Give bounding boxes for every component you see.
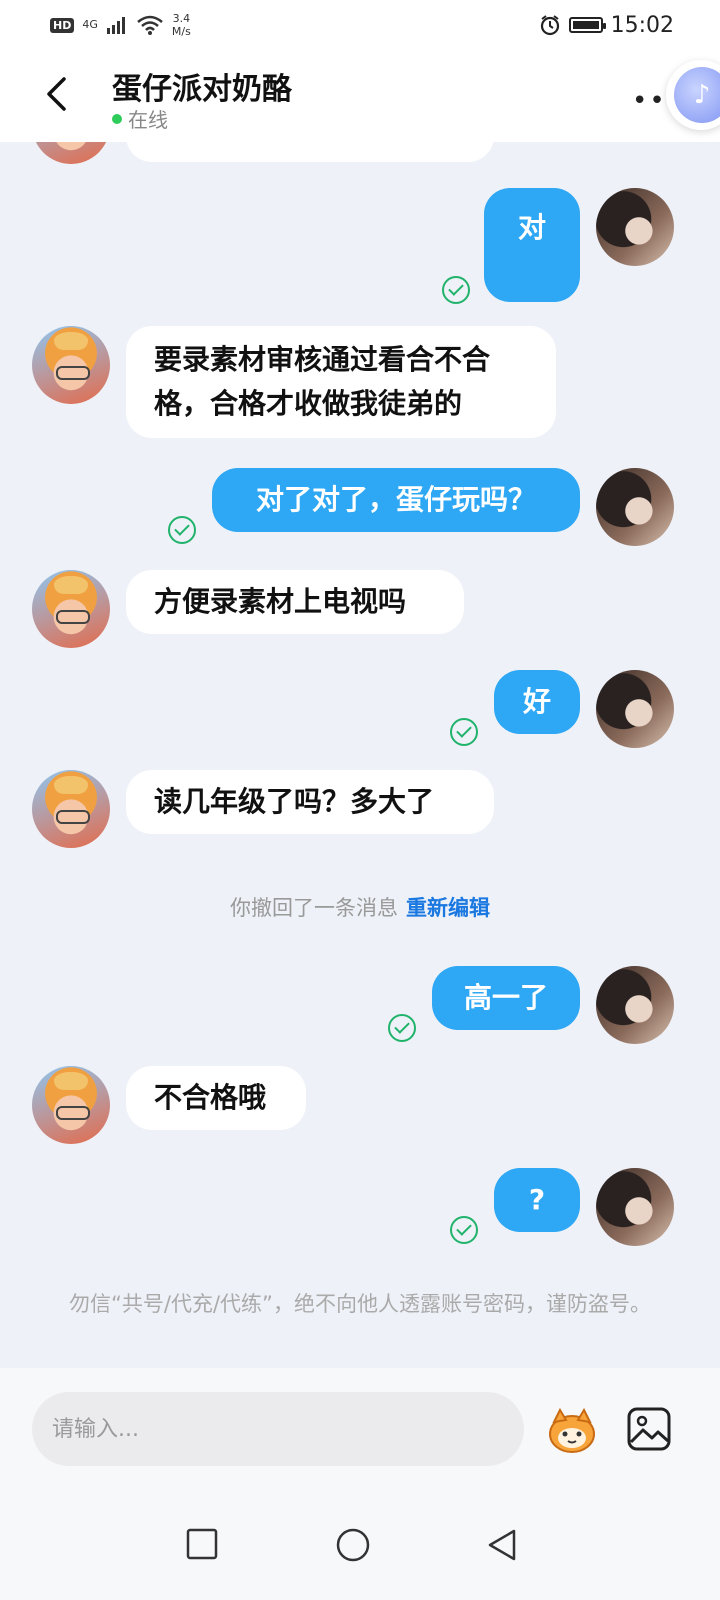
user-avatar[interactable] xyxy=(596,1168,674,1246)
back-button[interactable] xyxy=(36,74,76,114)
chat-header: 蛋仔派对奶酪 在线 ••• xyxy=(0,50,720,142)
user-avatar[interactable] xyxy=(596,468,674,546)
user-avatar[interactable] xyxy=(596,670,674,748)
status-left: HD 4G 3.4 M/s xyxy=(50,12,191,38)
message-bubble-outgoing[interactable]: 对了对了，蛋仔玩吗？ xyxy=(212,468,580,532)
user-avatar[interactable] xyxy=(596,188,674,266)
message-list[interactable]: 对 要录素材审核通过看合不合格，合格才收做我徒弟的 对了对了，蛋仔玩吗？ 方便录… xyxy=(0,142,720,1368)
contact-avatar[interactable] xyxy=(32,1066,110,1144)
read-check-icon xyxy=(388,1014,416,1042)
signal-icon xyxy=(106,17,125,34)
network-speed: 3.4 M/s xyxy=(172,12,191,38)
chat-title: 蛋仔派对奶酪 xyxy=(112,72,292,107)
contact-avatar[interactable] xyxy=(32,570,110,648)
message-bubble-incoming[interactable]: 读几年级了吗？多大了 xyxy=(126,770,494,834)
music-note-icon: ♪ xyxy=(674,67,720,123)
message-bubble-incoming[interactable]: 方便录素材上电视吗 xyxy=(126,570,464,634)
read-check-icon xyxy=(442,276,470,304)
safety-notice: 勿信“共号/代充/代练”，绝不向他人透露账号密码，谨防盗号。 xyxy=(69,1292,651,1316)
input-bar xyxy=(0,1368,720,1490)
message-bubble-incoming[interactable]: 要录素材审核通过看合不合格，合格才收做我徒弟的 xyxy=(126,326,556,438)
recall-notice: 你撤回了一条消息 重新编辑 xyxy=(0,892,720,922)
message-bubble-outgoing[interactable]: 对 xyxy=(484,188,580,302)
clock: 15:02 xyxy=(610,12,674,38)
message-bubble-outgoing[interactable]: ? xyxy=(494,1168,580,1232)
battery-icon xyxy=(568,17,606,33)
re-edit-link[interactable]: 重新编辑 xyxy=(406,896,490,920)
contact-avatar[interactable] xyxy=(32,770,110,848)
hd-badge: HD xyxy=(50,17,75,33)
recall-text: 你撤回了一条消息 xyxy=(230,896,398,920)
back-nav-button-icon[interactable] xyxy=(486,1528,518,1562)
user-avatar[interactable] xyxy=(596,966,674,1044)
read-check-icon xyxy=(450,718,478,746)
speed-unit: M/s xyxy=(171,25,191,38)
status-right: 15:02 xyxy=(539,13,674,38)
online-label: 在线 xyxy=(128,108,168,132)
read-check-icon xyxy=(168,516,196,544)
online-status: 在线 xyxy=(112,104,168,133)
message-input[interactable] xyxy=(32,1392,524,1466)
network-type: 4G xyxy=(82,18,98,31)
read-check-icon xyxy=(450,1216,478,1244)
recents-button-icon[interactable] xyxy=(186,1528,218,1560)
contact-avatar[interactable] xyxy=(32,142,110,164)
emoji-sticker-icon[interactable] xyxy=(544,1406,600,1454)
online-dot-icon xyxy=(112,113,122,124)
home-button-icon[interactable] xyxy=(336,1528,370,1562)
system-nav-bar xyxy=(0,1490,720,1600)
message-bubble-outgoing[interactable]: 高一了 xyxy=(432,966,580,1030)
chevron-left-icon xyxy=(47,77,66,111)
message-bubble-outgoing[interactable]: 好 xyxy=(494,670,580,734)
speed-value: 3.4 xyxy=(172,12,191,25)
message-bubble-incoming[interactable]: 不合格哦 xyxy=(126,1066,306,1130)
wifi-icon xyxy=(137,15,163,35)
alarm-icon xyxy=(540,15,559,36)
contact-avatar[interactable] xyxy=(32,326,110,404)
image-picker-icon[interactable] xyxy=(626,1406,672,1452)
status-bar: HD 4G 3.4 M/s 15:02 xyxy=(0,0,720,50)
message-bubble-incoming[interactable] xyxy=(126,142,494,162)
